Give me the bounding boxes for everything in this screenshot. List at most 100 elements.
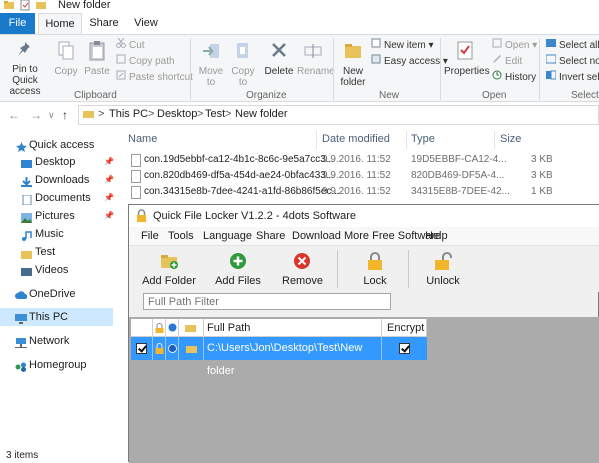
remove-button[interactable]: Remove <box>282 252 323 287</box>
menu-file[interactable]: File <box>141 230 159 242</box>
tab-file[interactable]: File <box>0 13 35 34</box>
menu-share[interactable]: Share <box>256 230 285 242</box>
tab-home[interactable]: Home <box>38 13 82 34</box>
history-button[interactable]: History <box>492 70 536 85</box>
invert-selection-icon <box>546 70 557 85</box>
grid-lock-column[interactable] <box>153 319 166 337</box>
nav-item-label: Pictures <box>35 210 75 222</box>
column-size[interactable]: Size <box>500 133 521 145</box>
back-arrow-icon[interactable]: ← <box>8 108 20 122</box>
pin-label: Pin to Quick access <box>9 64 41 97</box>
move-to-button[interactable]: Move to <box>196 39 226 88</box>
add-folder-label: Add Folder <box>142 275 196 287</box>
properties-button[interactable]: Properties <box>444 39 490 77</box>
row-select-checkbox[interactable] <box>136 343 147 354</box>
open-button[interactable]: Open ▾ <box>492 38 537 53</box>
column-divider[interactable] <box>494 131 495 149</box>
invert-selection-button[interactable]: Invert sele <box>546 70 599 85</box>
delete-x-icon <box>262 41 296 64</box>
paste-shortcut-button[interactable]: Paste shortcut <box>116 70 193 85</box>
nav-homegroup[interactable]: Homegroup <box>0 356 113 374</box>
file-row[interactable]: con.19d5ebbf-ca12-4b1c-8c6c-9e5a7cc3... … <box>128 152 599 169</box>
qfl-titlebar[interactable]: Quick File Locker V1.2.2 - 4dots Softwar… <box>129 205 599 227</box>
nav-onedrive[interactable]: OneDrive <box>0 285 113 303</box>
select-none-button[interactable]: Select non <box>545 54 599 69</box>
breadcrumb-new-folder[interactable]: New folder <box>235 108 288 120</box>
properties-quick-icon[interactable] <box>20 0 30 12</box>
nav-quick-access[interactable]: Quick access <box>0 136 113 154</box>
remove-label: Remove <box>282 275 323 287</box>
row-encrypt-checkbox[interactable] <box>399 343 410 354</box>
nav-item-desktop[interactable]: Desktop 📌 <box>0 153 114 171</box>
menu-tools[interactable]: Tools <box>168 230 194 242</box>
row-encrypt-cell[interactable] <box>382 337 427 360</box>
pin-quick-access-button[interactable]: Pin to Quick access <box>0 39 50 97</box>
toolbar-divider <box>408 250 409 288</box>
breadcrumb-this-pc[interactable]: This PC <box>109 108 148 120</box>
menu-download-more[interactable]: Download More Free Software <box>292 230 441 242</box>
nav-item-videos[interactable]: Videos <box>0 261 113 279</box>
column-date-modified[interactable]: Date modified <box>322 133 390 145</box>
select-all-button[interactable]: Select all <box>546 38 599 53</box>
menu-language[interactable]: Language <box>203 230 252 242</box>
nav-item-label: Music <box>35 228 64 240</box>
grid-col-encrypt[interactable]: Encrypt <box>382 319 427 337</box>
row-select-cell[interactable] <box>131 337 153 360</box>
file-row[interactable]: con.34315e8b-7dee-4241-a1fd-86b86f5ec...… <box>128 184 599 201</box>
new-item-button[interactable]: New item ▾ <box>371 38 434 53</box>
edit-button[interactable]: Edit <box>492 54 522 69</box>
grid-row[interactable]: C:\Users\Jon\Desktop\Test\New folder <box>131 337 427 377</box>
nav-item-documents[interactable]: Documents 📌 <box>0 189 114 207</box>
file-date: 9.9.2016. 11:52 <box>322 154 391 165</box>
row-folder-cell <box>179 337 204 360</box>
up-arrow-icon[interactable]: ↑ <box>62 108 68 122</box>
address-bar[interactable]: > This PC > Desktop > Test > New folder <box>78 105 599 125</box>
lock-button[interactable]: Lock <box>357 252 393 287</box>
new-folder-button[interactable]: New folder <box>338 39 368 88</box>
grid-col-full-path[interactable]: Full Path <box>204 319 382 337</box>
tab-view[interactable]: View <box>127 13 165 34</box>
file-row[interactable]: con.820db469-df5a-454d-ae24-0bfac433... … <box>128 168 599 185</box>
copy-to-button[interactable]: Copy to <box>228 39 258 88</box>
explorer-titlebar: New folder <box>0 0 599 13</box>
column-divider[interactable] <box>406 131 407 149</box>
cut-button[interactable]: Cut <box>116 37 145 53</box>
unlock-button[interactable]: Unlock <box>424 252 462 287</box>
copy-button[interactable]: Copy <box>52 39 80 77</box>
unlock-icon <box>424 252 462 273</box>
grid-info-column[interactable] <box>166 319 179 337</box>
recent-chevron-icon[interactable]: ∨ <box>48 110 55 121</box>
new-folder-quick-icon[interactable] <box>36 0 46 12</box>
rename-button[interactable]: Rename <box>297 39 335 77</box>
add-files-button[interactable]: Add Files <box>215 252 261 287</box>
full-path-filter-input[interactable] <box>143 293 391 310</box>
breadcrumb-desktop[interactable]: Desktop <box>157 108 197 120</box>
breadcrumb-test[interactable]: Test <box>205 108 225 120</box>
grid-select-column[interactable] <box>131 319 153 337</box>
nav-item-music[interactable]: Music <box>0 225 113 243</box>
tab-share[interactable]: Share <box>86 13 122 34</box>
column-type[interactable]: Type <box>411 133 435 145</box>
easy-access-button[interactable]: Easy access ▾ <box>371 54 448 69</box>
nav-item-test[interactable]: Test <box>0 243 113 261</box>
nav-this-pc[interactable]: This PC <box>0 308 113 326</box>
downloads-icon <box>21 175 32 187</box>
forward-arrow-icon[interactable]: → <box>30 108 42 122</box>
computer-icon <box>15 312 27 324</box>
menu-help[interactable]: Help <box>425 230 448 242</box>
ribbon-tabs: File Home Share View <box>0 13 599 34</box>
delete-button[interactable]: Delete <box>262 39 296 77</box>
nav-item-downloads[interactable]: Downloads 📌 <box>0 171 114 189</box>
organize-group-label: Organize <box>246 90 287 101</box>
add-folder-button[interactable]: Add Folder <box>141 252 197 287</box>
column-divider[interactable] <box>316 131 317 149</box>
paste-button[interactable]: Paste <box>82 39 112 77</box>
nav-network[interactable]: Network <box>0 332 113 350</box>
column-name[interactable]: Name <box>128 133 157 145</box>
new-group-label: New <box>379 90 400 101</box>
grid-folder-column[interactable] <box>179 319 204 337</box>
info-icon <box>168 323 177 332</box>
copy-path-button[interactable]: Copy path <box>116 54 175 69</box>
add-folder-icon <box>141 252 197 273</box>
nav-item-pictures[interactable]: Pictures 📌 <box>0 207 114 225</box>
